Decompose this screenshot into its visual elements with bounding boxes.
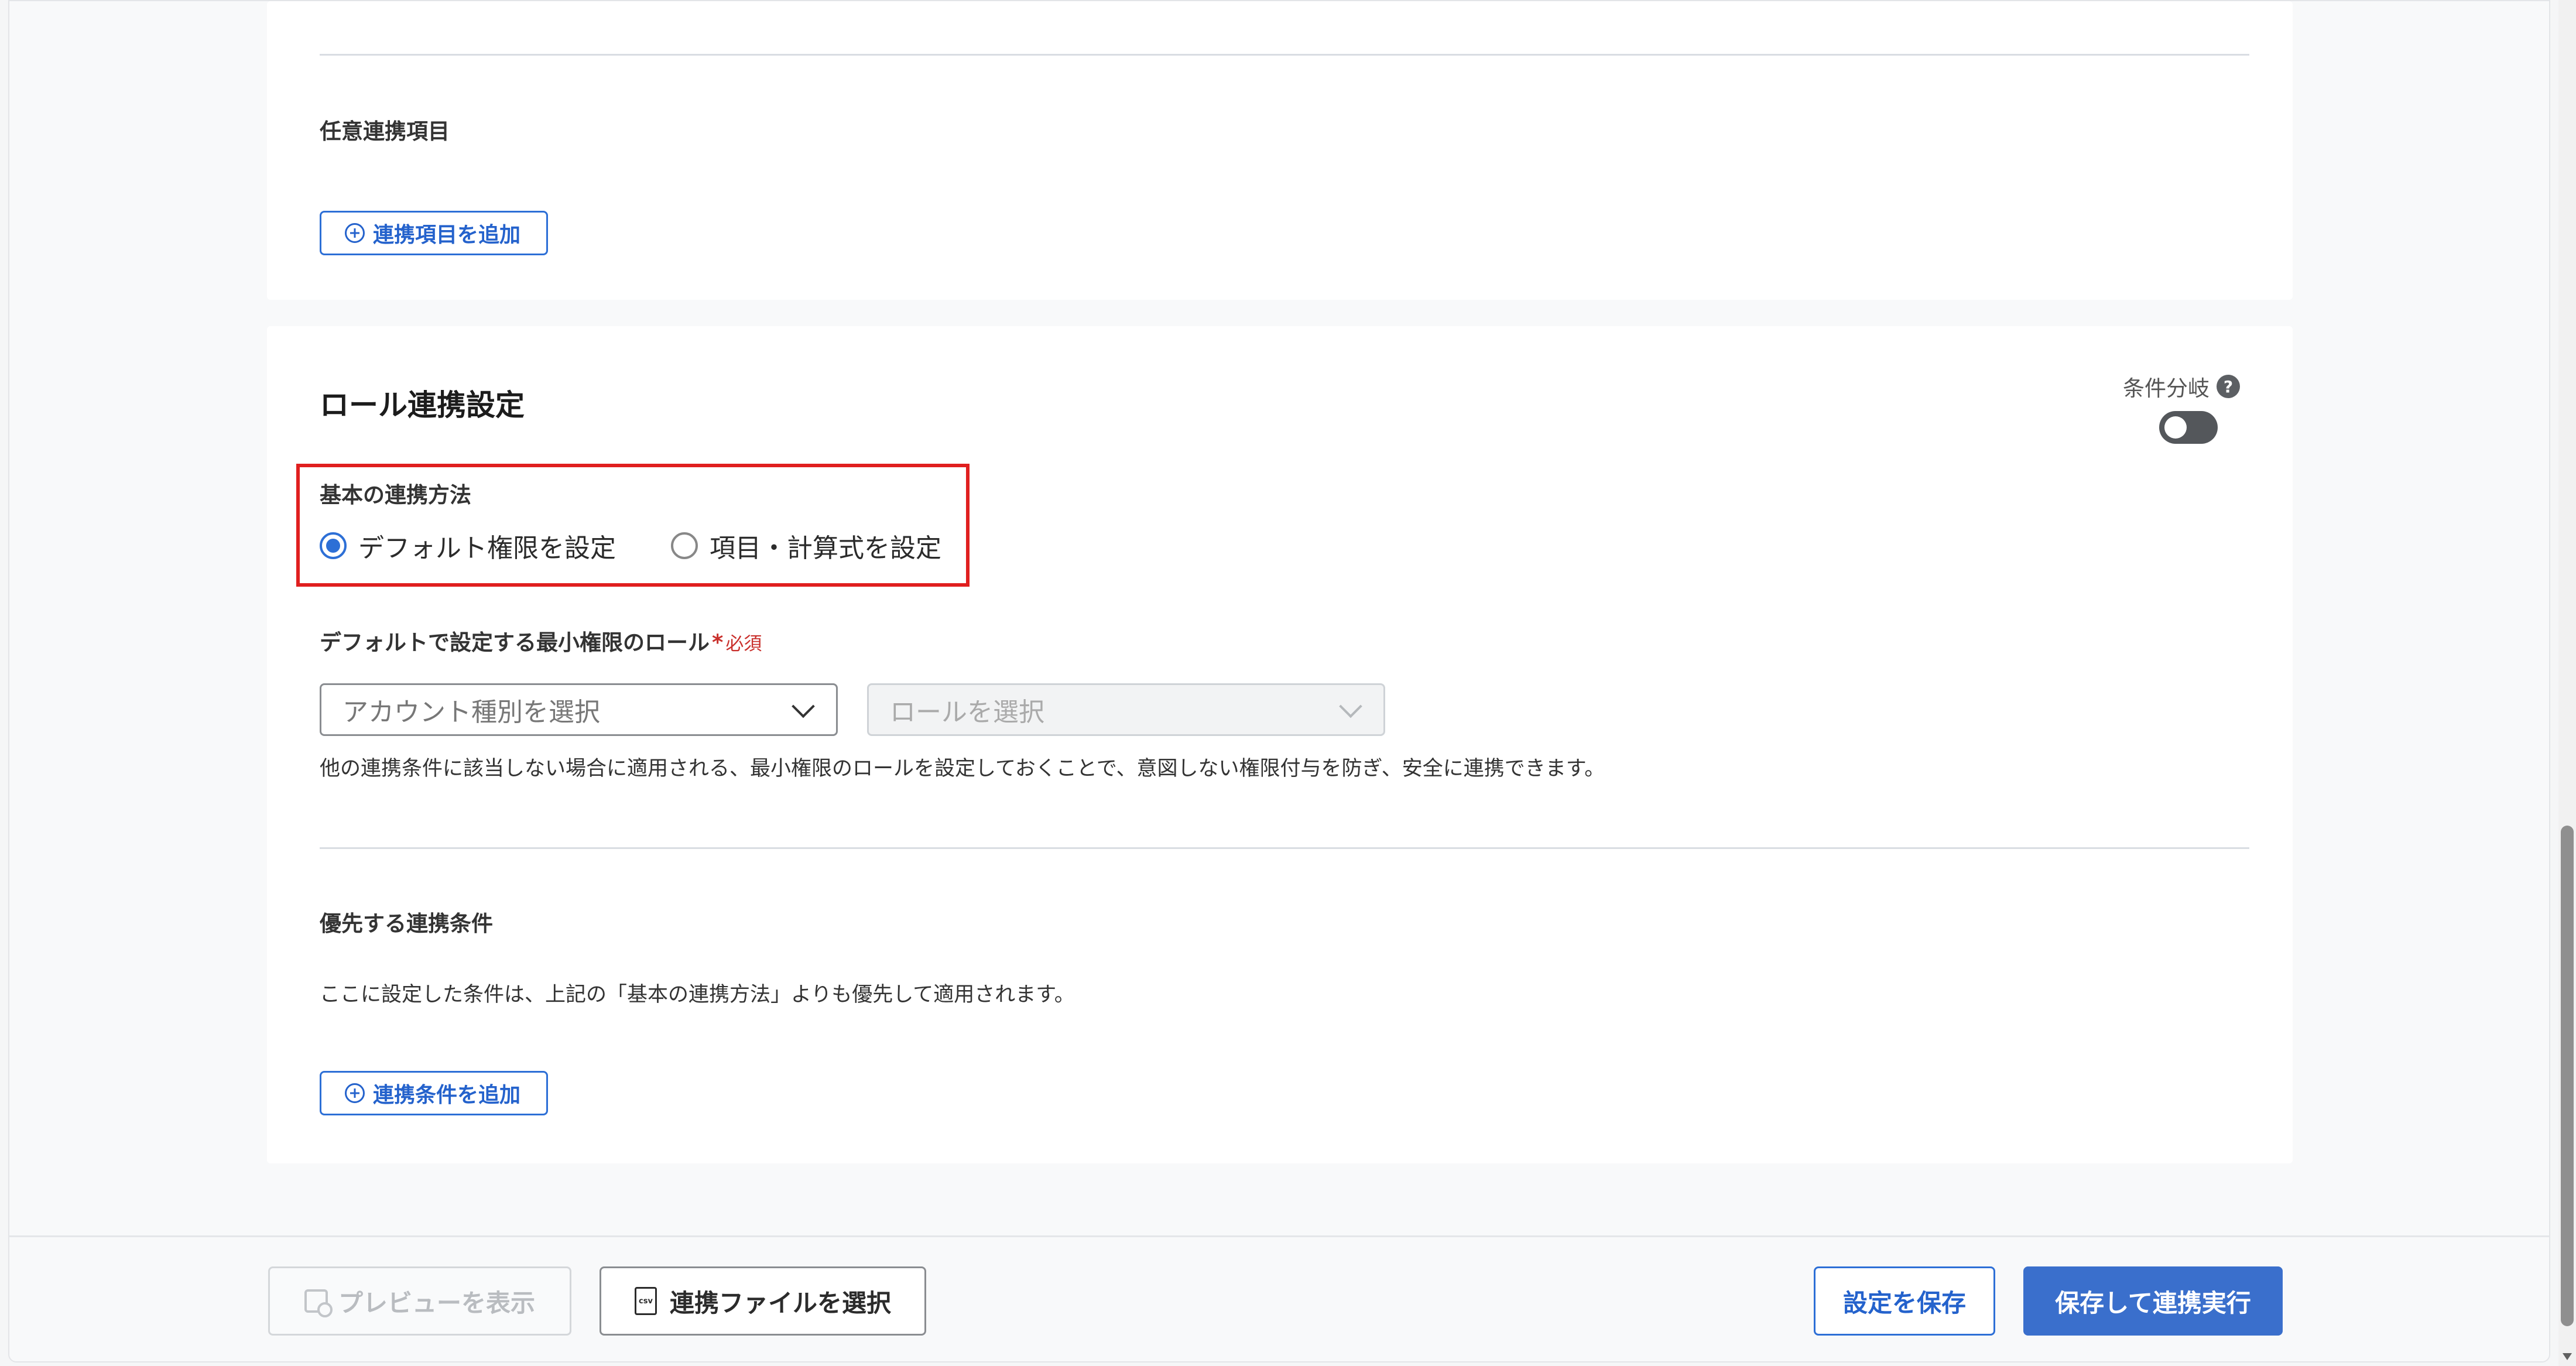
save-and-run-button[interactable]: 保存して連携実行 — [2023, 1266, 2283, 1336]
save-and-run-label: 保存して連携実行 — [2055, 1288, 2251, 1317]
app-window: 任意連携項目 連携項目を追加 ロール連携設定 条件分岐 ? 基本の連携方法 デフ… — [8, 0, 2550, 1362]
help-icon[interactable]: ? — [2217, 375, 2240, 398]
optional-items-card: 任意連携項目 連携項目を追加 — [267, 1, 2293, 300]
footer-action-bar: プレビューを表示 csv 連携ファイルを選択 設定を保存 保存して連携実行 — [9, 1235, 2549, 1361]
save-settings-label: 設定を保存 — [1842, 1288, 1966, 1317]
select-file-label: 連携ファイルを選択 — [669, 1288, 891, 1317]
chevron-down-icon — [1339, 694, 1362, 718]
divider — [320, 847, 2249, 849]
preview-search-icon — [304, 1289, 333, 1317]
preview-button: プレビューを表示 — [268, 1266, 571, 1336]
role-placeholder: ロールを選択 — [890, 697, 1044, 727]
select-file-button[interactable]: csv 連携ファイルを選択 — [600, 1266, 926, 1336]
min-role-help-text: 他の連携条件に該当しない場合に適用される、最小権限のロールを設定しておくことで、… — [320, 757, 1605, 780]
priority-help-text: ここに設定した条件は、上記の「基本の連携方法」よりも優先して適用されます。 — [320, 983, 1075, 1006]
min-role-field-label: デフォルトで設定する最小権限のロール * 必須 — [320, 625, 762, 656]
role-select: ロールを選択 — [867, 683, 1385, 736]
divider — [320, 54, 2249, 56]
required-badge: 必須 — [725, 634, 762, 655]
role-settings-card: ロール連携設定 条件分岐 ? 基本の連携方法 デフォルト権限を設定 項目・計算式… — [267, 326, 2293, 1163]
toggle-knob — [2164, 416, 2187, 439]
add-item-button[interactable]: 連携項目を追加 — [320, 211, 548, 255]
radio-default-permission[interactable]: デフォルト権限を設定 — [320, 527, 616, 564]
add-condition-label: 連携条件を追加 — [373, 1083, 521, 1107]
vertical-scrollbar[interactable] — [2558, 0, 2576, 1366]
radio-checked-icon[interactable] — [320, 532, 347, 559]
add-condition-button[interactable]: 連携条件を追加 — [320, 1071, 548, 1115]
scroll-down-arrow-icon[interactable] — [2563, 1353, 2572, 1360]
plus-circle-icon — [345, 1083, 365, 1103]
required-star: * — [712, 630, 724, 655]
conditional-branch-label: 条件分岐 — [2123, 376, 2210, 401]
radio-unchecked-icon[interactable] — [671, 532, 698, 559]
radio-formula-label: 項目・計算式を設定 — [710, 533, 941, 563]
section-title: ロール連携設定 — [320, 388, 525, 422]
optional-items-label: 任意連携項目 — [320, 119, 450, 144]
plus-circle-icon — [345, 223, 365, 243]
chevron-down-icon — [792, 694, 815, 718]
conditional-branch-toggle[interactable] — [2159, 411, 2218, 444]
basic-method-label: 基本の連携方法 — [320, 482, 471, 508]
csv-file-icon: csv — [634, 1287, 657, 1315]
add-item-label: 連携項目を追加 — [373, 223, 521, 247]
account-type-select[interactable]: アカウント種別を選択 — [320, 683, 838, 736]
conditional-branch: 条件分岐 ? — [2123, 371, 2240, 402]
preview-label: プレビューを表示 — [338, 1288, 535, 1317]
scrollbar-thumb[interactable] — [2561, 826, 2574, 1326]
radio-item-formula[interactable]: 項目・計算式を設定 — [671, 527, 941, 564]
priority-conditions-label: 優先する連携条件 — [320, 911, 493, 936]
account-type-placeholder: アカウント種別を選択 — [342, 697, 600, 727]
radio-default-label: デフォルト権限を設定 — [358, 533, 616, 563]
save-settings-button[interactable]: 設定を保存 — [1814, 1266, 1995, 1336]
min-role-label: デフォルトで設定する最小権限のロール — [320, 630, 710, 655]
